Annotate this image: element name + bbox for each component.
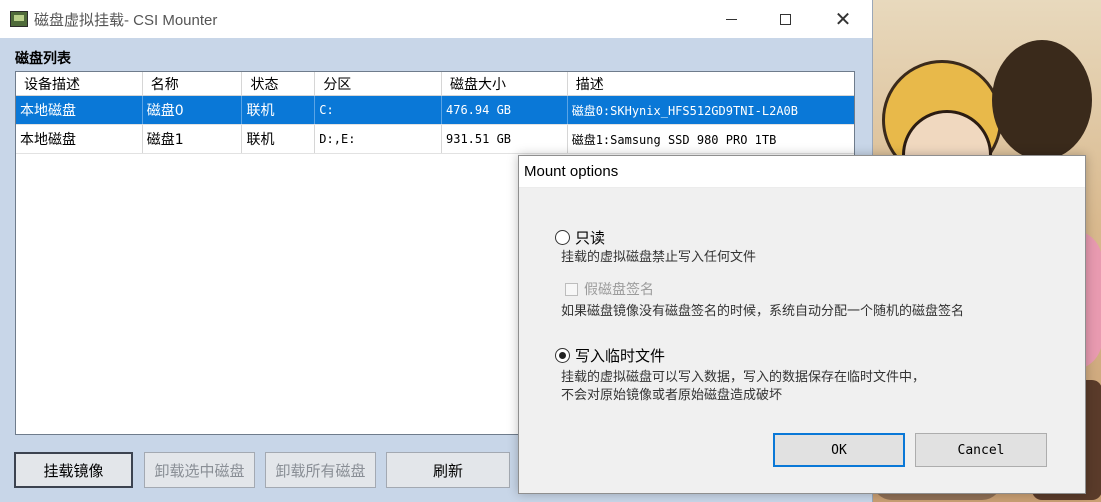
unmount-selected-button[interactable]: 卸载选中磁盘 — [144, 452, 255, 488]
mount-image-button[interactable]: 挂载镜像 — [14, 452, 133, 488]
cell-device: 本地磁盘 — [16, 125, 143, 153]
column-header-name[interactable]: 名称 — [143, 72, 243, 95]
readonly-option[interactable]: 只读 — [555, 227, 605, 248]
temp-file-radio[interactable] — [555, 348, 570, 363]
cell-description: 磁盘0:SKHynix_HFS512GD9TNI-L2A0B — [571, 103, 798, 118]
temp-file-option[interactable]: 写入临时文件 — [555, 345, 665, 366]
minimize-button[interactable] — [704, 0, 758, 38]
cell-device: 本地磁盘 — [16, 96, 143, 124]
refresh-button[interactable]: 刷新 — [386, 452, 510, 488]
cell-partition: D:,E: — [315, 125, 442, 153]
cell-partition: C: — [315, 96, 442, 124]
dialog-title: Mount options — [524, 163, 619, 180]
column-header-partition[interactable]: 分区 — [315, 72, 443, 95]
cell-status: 联机 — [242, 125, 316, 153]
readonly-label: 只读 — [575, 229, 606, 247]
cell-description: 磁盘1:Samsung SSD 980 PRO 1TB — [571, 132, 777, 147]
table-row[interactable]: 本地磁盘 磁盘0 联机 C: 476.94 GB 磁盘0:SKHynix_HFS… — [16, 96, 854, 125]
cell-size: 931.51 GB — [442, 125, 568, 153]
list-header: 设备描述 名称 状态 分区 磁盘大小 描述 — [16, 72, 854, 96]
cell-name: 磁盘1 — [143, 125, 243, 153]
table-row[interactable]: 本地磁盘 磁盘1 联机 D:,E: 931.51 GB 磁盘1:Samsung … — [16, 125, 854, 154]
mount-options-dialog: Mount options 只读 挂载的虚拟磁盘禁止写入任何文件 假磁盘签名 如… — [518, 155, 1086, 494]
fake-signature-description: 如果磁盘镜像没有磁盘签名的时候，系统自动分配一个随机的磁盘签名 — [561, 304, 965, 319]
fake-signature-checkbox[interactable] — [565, 282, 578, 296]
maximize-icon — [779, 13, 791, 25]
disk-list-label: 磁盘列表 — [15, 51, 71, 67]
minimize-icon — [725, 18, 737, 20]
app-icon — [10, 11, 28, 27]
cell-size: 476.94 GB — [442, 96, 568, 124]
cancel-button[interactable]: Cancel — [915, 433, 1047, 467]
dialog-titlebar[interactable]: Mount options — [519, 156, 1085, 188]
temp-file-description-line2: 不会对原始镜像或者原始磁盘造成破坏 — [561, 388, 783, 403]
fake-signature-option[interactable]: 假磁盘签名 — [565, 279, 654, 299]
column-header-status[interactable]: 状态 — [242, 72, 316, 95]
column-header-size[interactable]: 磁盘大小 — [442, 72, 568, 95]
readonly-description: 挂载的虚拟磁盘禁止写入任何文件 — [561, 250, 757, 265]
temp-file-label: 写入临时文件 — [575, 347, 666, 365]
unmount-all-button[interactable]: 卸载所有磁盘 — [265, 452, 376, 488]
window-title: 磁盘虚拟挂载- CSI Mounter — [34, 11, 218, 29]
cell-name: 磁盘0 — [143, 96, 243, 124]
titlebar[interactable]: 磁盘虚拟挂载- CSI Mounter ✕ — [0, 0, 872, 38]
ok-button[interactable]: OK — [773, 433, 905, 467]
readonly-radio[interactable] — [555, 230, 570, 245]
fake-signature-label: 假磁盘签名 — [584, 282, 654, 298]
temp-file-description-line1: 挂载的虚拟磁盘可以写入数据，写入的数据保存在临时文件中， — [561, 370, 926, 385]
close-icon: ✕ — [834, 7, 852, 31]
column-header-device[interactable]: 设备描述 — [16, 72, 143, 95]
cell-status: 联机 — [242, 96, 316, 124]
maximize-button[interactable] — [758, 0, 812, 38]
column-header-description[interactable]: 描述 — [568, 72, 854, 95]
close-button[interactable]: ✕ — [816, 0, 870, 38]
